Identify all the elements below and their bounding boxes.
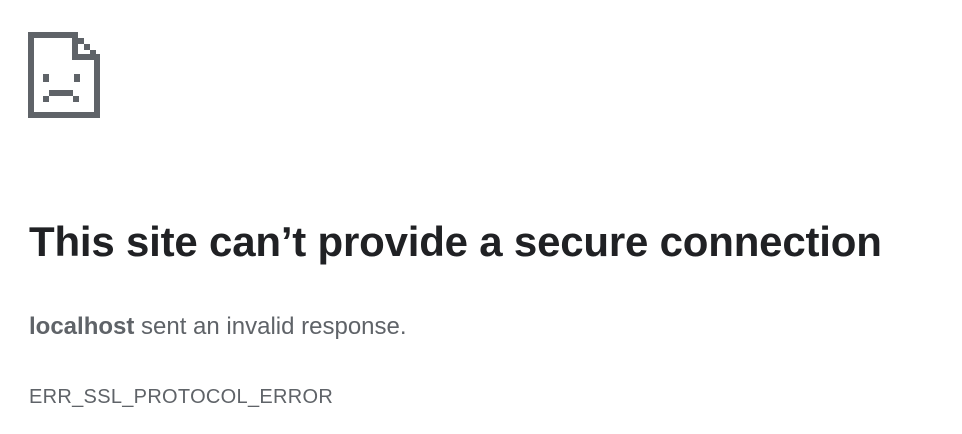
error-code: ERR_SSL_PROTOCOL_ERROR	[29, 386, 334, 408]
error-summary-text: sent an invalid response.	[134, 313, 407, 340]
error-page: This site can’t provide a secure connect…	[0, 0, 962, 434]
sad-page-icon	[28, 32, 100, 118]
hostname: localhost	[29, 313, 135, 340]
page-title: This site can’t provide a secure connect…	[29, 218, 882, 265]
error-summary: localhost sent an invalid response.	[29, 310, 407, 344]
